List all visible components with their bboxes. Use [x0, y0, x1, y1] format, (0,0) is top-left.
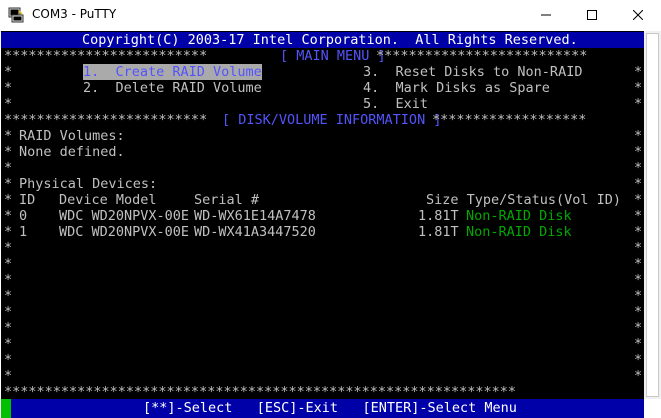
blank-row: * *	[4, 272, 643, 288]
maximize-icon	[587, 10, 597, 20]
device-row: * 0 WDC WD20NPVX-00E WD-WX61E14A7478 1.8…	[4, 208, 643, 224]
device-table-header: * ID Device Model Serial # Size Type/Sta…	[4, 192, 643, 208]
menu-item-mark-spare[interactable]: 4. Mark Disks as Spare	[363, 80, 550, 96]
terminal-cursor	[1, 399, 11, 418]
column-serial: Serial #	[194, 192, 260, 208]
device-serial: WD-WX41A3447520	[194, 224, 316, 240]
blank-row: * *	[4, 288, 643, 304]
menu-item-create-raid-volume[interactable]: 1. Create RAID Volume	[83, 64, 262, 80]
info-header: [ DISK/VOLUME INFORMATION ]	[222, 112, 442, 128]
raid-volumes-row: * RAID Volumes: *	[4, 128, 643, 144]
title-bar[interactable]: COM3 - PuTTY	[0, 0, 661, 32]
device-status: Non-RAID Disk	[466, 208, 572, 224]
device-model: WDC WD20NPVX-00E	[59, 208, 190, 224]
device-status: Non-RAID Disk	[466, 224, 572, 240]
copyright-text: Copyright(C) 2003-17 Intel Corporation. …	[82, 32, 578, 48]
blank-row: * *	[4, 160, 643, 176]
blank-row: * *	[4, 352, 643, 368]
device-model: WDC WD20NPVX-00E	[59, 224, 190, 240]
help-text: [**]-Select [ESC]-Exit [ENTER]-Select Me…	[143, 400, 517, 416]
help-bar: [**]-Select [ESC]-Exit [ENTER]-Select Me…	[1, 399, 644, 418]
main-menu-border: *************************[ MAIN MENU ] **…	[4, 48, 588, 64]
menu-item-exit[interactable]: 5. Exit	[363, 96, 428, 112]
close-button[interactable]	[615, 0, 661, 30]
raid-volumes-value: None defined.	[19, 144, 125, 160]
close-icon	[633, 10, 643, 20]
status-row: [**]-Select [ESC]-Exit [ENTER]-Select Me…	[0, 399, 661, 418]
blank-row: * *	[4, 336, 643, 352]
physical-devices-label: Physical Devices:	[19, 176, 158, 192]
menu-row-1: * 1. Create RAID Volume 3. Reset Disks t…	[4, 64, 643, 80]
copyright-banner: Copyright(C) 2003-17 Intel Corporation. …	[1, 32, 644, 48]
column-model: Device Model	[59, 192, 157, 208]
device-serial: WD-WX61E14A7478	[194, 208, 316, 224]
blank-row: * *	[4, 320, 643, 336]
column-size-status: Size Type/Status(Vol ID)	[426, 192, 622, 208]
menu-item-delete-raid-volume[interactable]: 2. Delete RAID Volume	[83, 80, 262, 96]
blank-row: * *	[4, 368, 643, 384]
device-id: 0	[19, 208, 28, 224]
blank-row: * *	[4, 240, 643, 256]
physical-devices-row: * Physical Devices: *	[4, 176, 643, 192]
maximize-button[interactable]	[569, 0, 615, 30]
terminal-screen[interactable]: Copyright(C) 2003-17 Intel Corporation. …	[1, 31, 644, 399]
device-row: * 1 WDC WD20NPVX-00E WD-WX41A3447520 1.8…	[4, 224, 643, 240]
info-border: *************************[ DISK/VOLUME I…	[4, 112, 587, 128]
device-id: 1	[19, 224, 28, 240]
scrollbar-thumb[interactable]	[646, 33, 659, 397]
window-title: COM3 - PuTTY	[32, 7, 117, 21]
column-id: ID	[19, 192, 36, 208]
minimize-button[interactable]	[523, 0, 569, 30]
raid-volumes-label: RAID Volumes:	[19, 128, 125, 144]
main-menu-header: [ MAIN MENU ]	[280, 48, 386, 64]
raid-volumes-value-row: * None defined. *	[4, 144, 643, 160]
minimize-icon	[541, 14, 551, 16]
menu-item-reset-disks[interactable]: 3. Reset Disks to Non-RAID	[363, 64, 582, 80]
menu-row-2: * 2. Delete RAID Volume 4. Mark Disks as…	[4, 80, 643, 96]
blank-row: * *	[4, 256, 643, 272]
bottom-border: ****************************************…	[4, 384, 517, 399]
blank-row: * *	[4, 304, 643, 320]
device-size: 1.81T	[418, 224, 459, 240]
putty-icon	[8, 7, 24, 23]
device-size: 1.81T	[418, 208, 459, 224]
menu-row-3: * 5. Exit *	[4, 96, 643, 112]
